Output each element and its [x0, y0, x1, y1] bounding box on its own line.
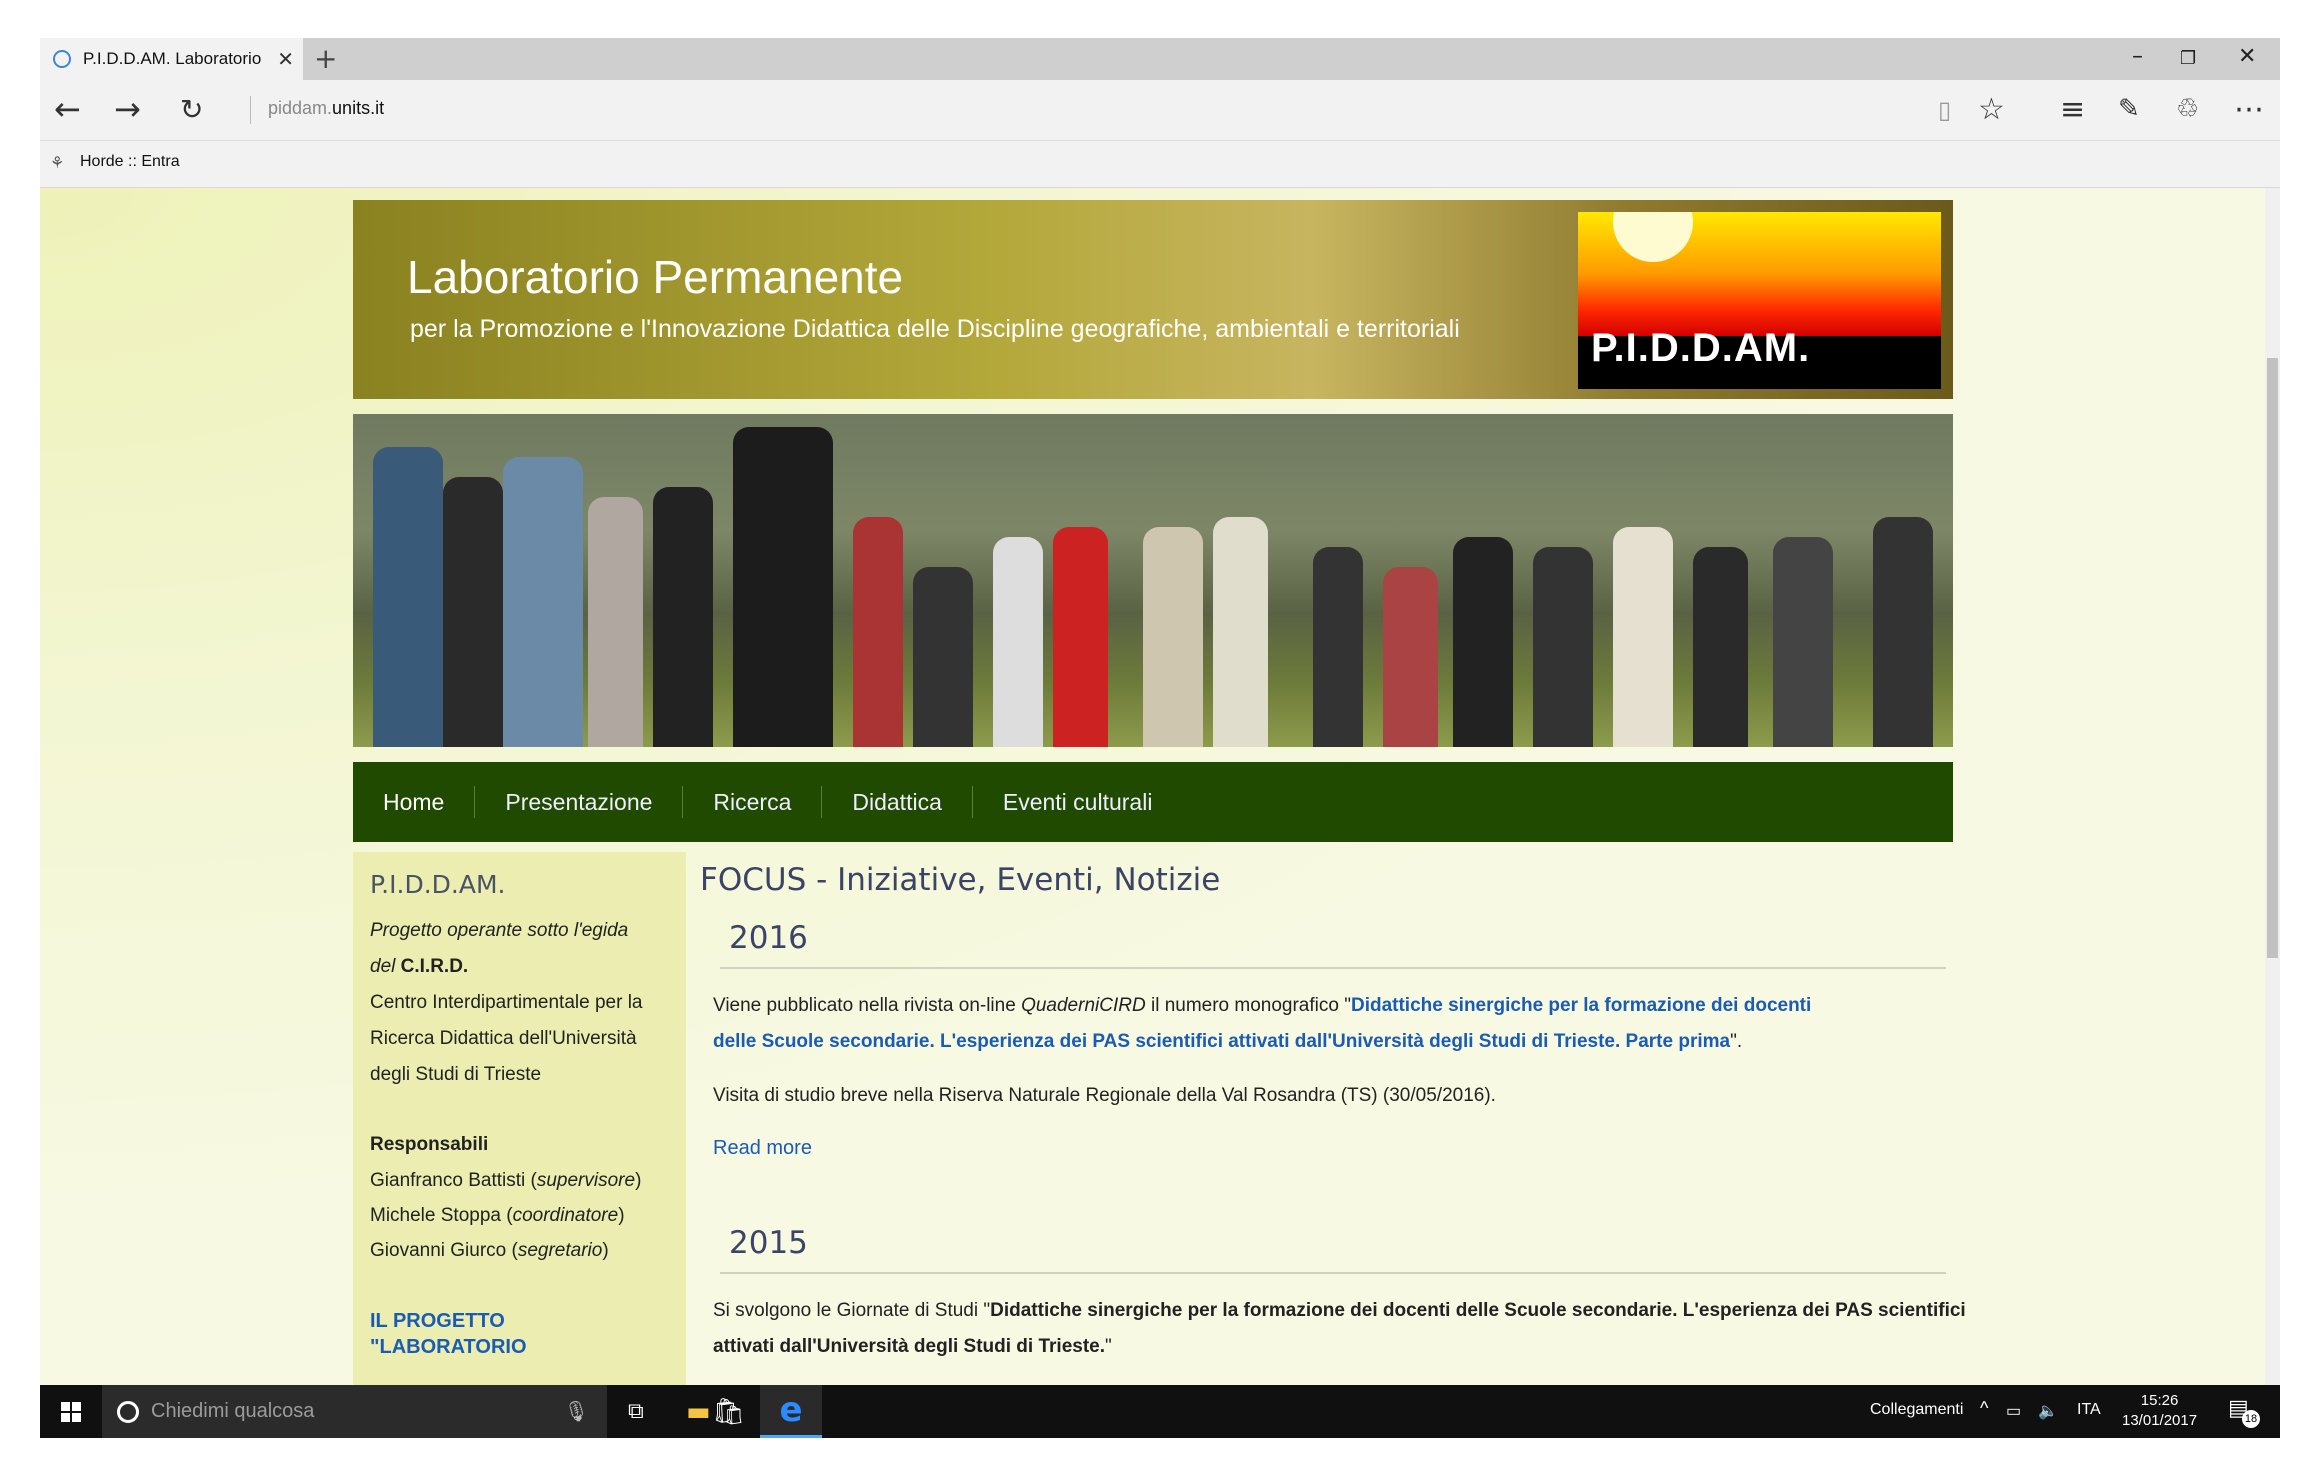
new-tab-button[interactable]: + [314, 42, 337, 75]
nav-didattica[interactable]: Didattica [822, 786, 973, 818]
sidebar-intro: Progetto operante sotto l'egida [370, 920, 629, 941]
sidebar-center-line: degli Studi di Trieste [370, 1064, 542, 1085]
focus-title: FOCUS - Iniziative, Eventi, Notizie [700, 862, 1221, 898]
start-button[interactable] [40, 1385, 102, 1438]
quaderni-link[interactable]: Didattiche sinergiche per la formazione … [1351, 995, 1811, 1016]
clock-time: 15:26 [2140, 1392, 2179, 1409]
store-icon[interactable]: 🛍 [712, 1397, 745, 1427]
volume-icon[interactable]: 🔈 [2038, 1401, 2058, 1421]
share-icon[interactable]: ♲ [2176, 94, 2199, 124]
notification-count: 18 [2242, 1410, 2260, 1428]
url-domain: units.it [332, 98, 385, 118]
cortana-search[interactable]: Chiedimi qualcosa 🎙 [102, 1385, 607, 1438]
web-page: Laboratorio Permanente per la Promozione… [40, 188, 2265, 1390]
favorite-star-icon[interactable]: ☆ [1978, 92, 2005, 127]
favorite-horde[interactable]: ⚘ Horde :: Entra [50, 153, 180, 172]
sidebar-title: P.I.D.D.AM. [370, 870, 506, 899]
piddam-logo: P.I.D.D.AM. [1578, 212, 1941, 389]
action-center-button[interactable]: ▤ 18 [2228, 1396, 2260, 1428]
sidebar-responsabile: Giovanni Giurco (segretario) [370, 1240, 609, 1261]
nav-home[interactable]: Home [353, 786, 476, 818]
logo-sun [1613, 212, 1693, 262]
tray-links-label[interactable]: Collegamenti [1870, 1401, 1963, 1419]
tab-close-icon[interactable]: ✕ [277, 47, 294, 71]
address-bar: ← → ↻ piddam.units.it ▯ ☆ ≡ ✎ ♲ ⋯ [40, 80, 2280, 141]
minimize-button[interactable]: – [2132, 44, 2143, 69]
main-content: FOCUS - Iniziative, Eventi, Notizie 2016… [700, 852, 1970, 1390]
reading-view-icon[interactable]: ▯ [1938, 96, 1951, 124]
sidebar-cird-name: C.I.R.D. [400, 956, 469, 977]
clock[interactable]: 15:26 13/01/2017 [2122, 1391, 2197, 1431]
sidebar-responsabili-title: Responsabili [370, 1134, 489, 1155]
back-arrow-icon[interactable]: ← [54, 90, 81, 128]
close-window-button[interactable]: ✕ [2238, 44, 2256, 69]
url-prefix: piddam. [268, 98, 333, 118]
read-more-link[interactable]: Read more [713, 1137, 812, 1160]
main-navigation: Home Presentazione Ricerca Didattica Eve… [353, 762, 1953, 842]
url-field[interactable]: piddam.units.it [268, 98, 384, 119]
language-indicator[interactable]: ITA [2077, 1401, 2101, 1419]
clock-date: 13/01/2017 [2122, 1412, 2198, 1429]
nav-eventi-culturali[interactable]: Eventi culturali [973, 786, 1183, 818]
year-heading-2015: 2015 [729, 1225, 808, 1261]
sidebar-responsabile: Michele Stoppa (coordinatore) [370, 1205, 625, 1226]
cortana-icon [117, 1400, 139, 1423]
sidebar-cird: del C.I.R.D. [370, 956, 468, 978]
hub-icon[interactable]: ≡ [2060, 92, 2085, 127]
microphone-icon[interactable]: 🎙 [564, 1399, 589, 1423]
edge-taskbar-button[interactable]: e [760, 1385, 822, 1438]
year-rule [720, 1272, 1946, 1274]
sidebar-progetto-link[interactable]: "LABORATORIO [370, 1336, 527, 1359]
page-scrollbar[interactable] [2265, 188, 2280, 1390]
windows-logo-icon [61, 1401, 81, 1422]
globe-icon [53, 50, 71, 68]
tab-title: P.I.D.D.AM. Laboratorio [83, 49, 262, 68]
banner-photo [353, 414, 1953, 747]
favorite-label: Horde :: Entra [80, 153, 180, 170]
more-icon[interactable]: ⋯ [2234, 92, 2264, 127]
year-heading-2016: 2016 [729, 920, 808, 956]
forward-arrow-icon[interactable]: → [114, 90, 141, 128]
search-placeholder: Chiedimi qualcosa [151, 1400, 315, 1422]
scrollbar-thumb[interactable] [2267, 358, 2278, 958]
browser-tab[interactable]: P.I.D.D.AM. Laboratorio ✕ [40, 38, 303, 80]
nav-ricerca[interactable]: Ricerca [683, 786, 823, 818]
news-2015-paragraph-cont: attivati dall'Università degli Studi di … [713, 1336, 1112, 1357]
quaderni-link[interactable]: delle Scuole secondarie. L'esperienza de… [713, 1031, 1730, 1052]
sidebar-responsabile: Gianfranco Battisti (supervisore) [370, 1170, 642, 1191]
refresh-icon[interactable]: ↻ [180, 93, 203, 126]
web-note-icon[interactable]: ✎ [2118, 94, 2140, 124]
edge-icon: e [779, 1390, 803, 1430]
logo-text: P.I.D.D.AM. [1591, 326, 1811, 370]
site-title: Laboratorio Permanente [407, 251, 904, 303]
nav-presentazione[interactable]: Presentazione [475, 786, 684, 818]
network-icon[interactable]: ▭ [2006, 1401, 2021, 1421]
chevron-up-icon[interactable]: ^ [1980, 1398, 1988, 1419]
news-2016-paragraph-cont: delle Scuole secondarie. L'esperienza de… [713, 1031, 1743, 1052]
site-subtitle: per la Promozione e l'Innovazione Didatt… [410, 315, 1460, 343]
task-view-icon[interactable]: ⧉ [628, 1399, 644, 1424]
sidebar-center-line: Centro Interdipartimentale per la [370, 992, 643, 1013]
sidebar-progetto-link[interactable]: IL PROGETTO [370, 1310, 505, 1333]
file-explorer-icon[interactable]: ▬ [686, 1397, 711, 1427]
news-2016-visit: Visita di studio breve nella Riserva Nat… [713, 1085, 1496, 1106]
year-rule [720, 967, 1946, 969]
news-2015-paragraph: Si svolgono le Giornate di Studi "Didatt… [713, 1300, 1966, 1321]
browser-window: P.I.D.D.AM. Laboratorio ✕ + – ❐ ✕ ← → ↻ … [40, 38, 2280, 1438]
tab-bar: P.I.D.D.AM. Laboratorio ✕ + – ❐ ✕ [40, 38, 2280, 80]
sidebar: P.I.D.D.AM. Progetto operante sotto l'eg… [353, 852, 686, 1390]
horde-icon: ⚘ [50, 155, 65, 172]
sidebar-del: del [370, 956, 396, 977]
sidebar-center-line: Ricerca Didattica dell'Università [370, 1028, 637, 1049]
favorites-bar: ⚘ Horde :: Entra [40, 141, 2280, 188]
site-header: Laboratorio Permanente per la Promozione… [353, 200, 1953, 399]
news-2016-paragraph: Viene pubblicato nella rivista on-line Q… [713, 995, 1812, 1016]
taskbar: Chiedimi qualcosa 🎙 ⧉ ▬ 🛍 e Collegamenti… [40, 1385, 2280, 1438]
restore-button[interactable]: ❐ [2180, 48, 2196, 69]
address-separator [250, 96, 251, 124]
